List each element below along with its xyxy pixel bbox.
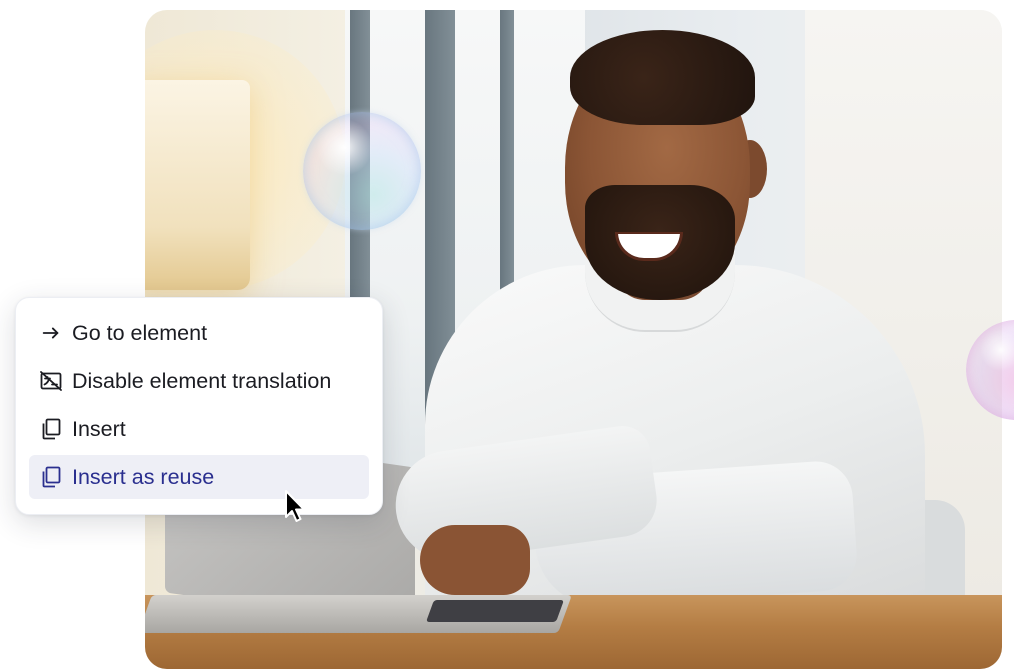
- menu-item-label: Insert as reuse: [72, 464, 215, 489]
- lampshade: [145, 80, 250, 290]
- copy-icon: [39, 417, 63, 441]
- menu-item-label: Go to element: [72, 320, 208, 345]
- menu-item-label: Insert: [72, 416, 126, 441]
- menu-item-go-to-element[interactable]: Go to element: [29, 311, 369, 355]
- mouse-pointer-icon: [284, 489, 308, 525]
- person-hair: [570, 30, 755, 125]
- menu-item-insert[interactable]: Insert: [29, 407, 369, 451]
- menu-item-disable-element-translation[interactable]: Disable element translation: [29, 359, 369, 403]
- menu-item-insert-as-reuse[interactable]: Insert as reuse: [29, 455, 369, 499]
- bubble-decoration: [303, 112, 421, 230]
- stage: Go to element Disable element translatio…: [0, 0, 1014, 669]
- translation-off-icon: [39, 369, 63, 393]
- menu-item-label: Disable element translation: [72, 368, 332, 393]
- context-menu: Go to element Disable element translatio…: [15, 297, 383, 515]
- laptop-keyboard: [425, 600, 565, 622]
- person-hand: [420, 525, 530, 595]
- arrow-right-icon: [39, 321, 63, 345]
- copy-icon: [39, 465, 63, 489]
